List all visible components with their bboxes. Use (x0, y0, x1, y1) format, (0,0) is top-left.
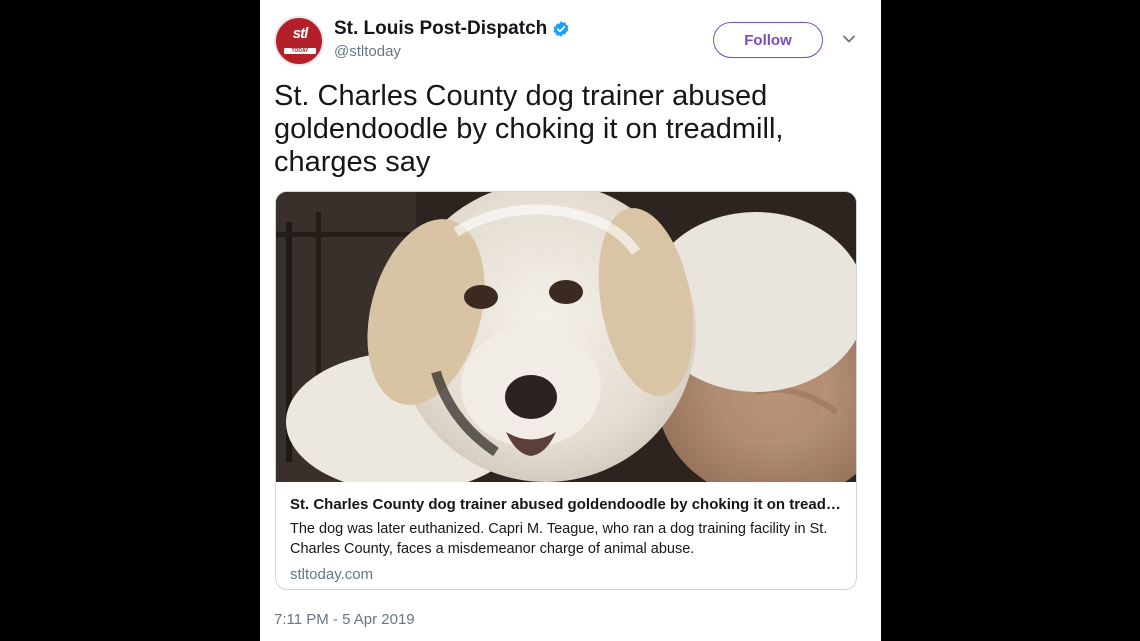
account-handle[interactable]: @stltoday (334, 43, 570, 61)
tweet-timestamp[interactable]: 7:11 PM - 5 Apr 2019 (274, 610, 415, 630)
avatar-logo: stl TODAY (284, 25, 316, 56)
verified-badge-icon (552, 20, 570, 38)
card-title: St. Charles County dog trainer abused go… (290, 496, 844, 513)
tweet-text: St. Charles County dog trainer abused go… (274, 80, 784, 178)
avatar-logo-text: stl (292, 25, 309, 42)
display-name-row: St. Louis Post-Dispatch (334, 18, 570, 40)
chevron-down-icon[interactable] (842, 32, 856, 46)
avatar[interactable]: stl TODAY (274, 16, 324, 66)
follow-button[interactable]: Follow (713, 22, 823, 58)
video-frame: stl TODAY St. Louis Post-Dispatch @stlto… (0, 0, 1140, 641)
link-card[interactable]: St. Charles County dog trainer abused go… (275, 191, 857, 590)
account-name-block: St. Louis Post-Dispatch @stltoday (334, 18, 570, 61)
card-body: St. Charles County dog trainer abused go… (290, 495, 844, 585)
card-image[interactable] (276, 192, 856, 482)
card-domain: stltoday.com (290, 566, 374, 583)
card-description: The dog was later euthanized. Capri M. T… (290, 521, 828, 557)
tweet: stl TODAY St. Louis Post-Dispatch @stlto… (260, 0, 881, 641)
tweet-header: stl TODAY St. Louis Post-Dispatch @stlto… (274, 14, 867, 66)
display-name[interactable]: St. Louis Post-Dispatch (334, 18, 547, 40)
avatar-sub-text: TODAY (291, 48, 309, 54)
